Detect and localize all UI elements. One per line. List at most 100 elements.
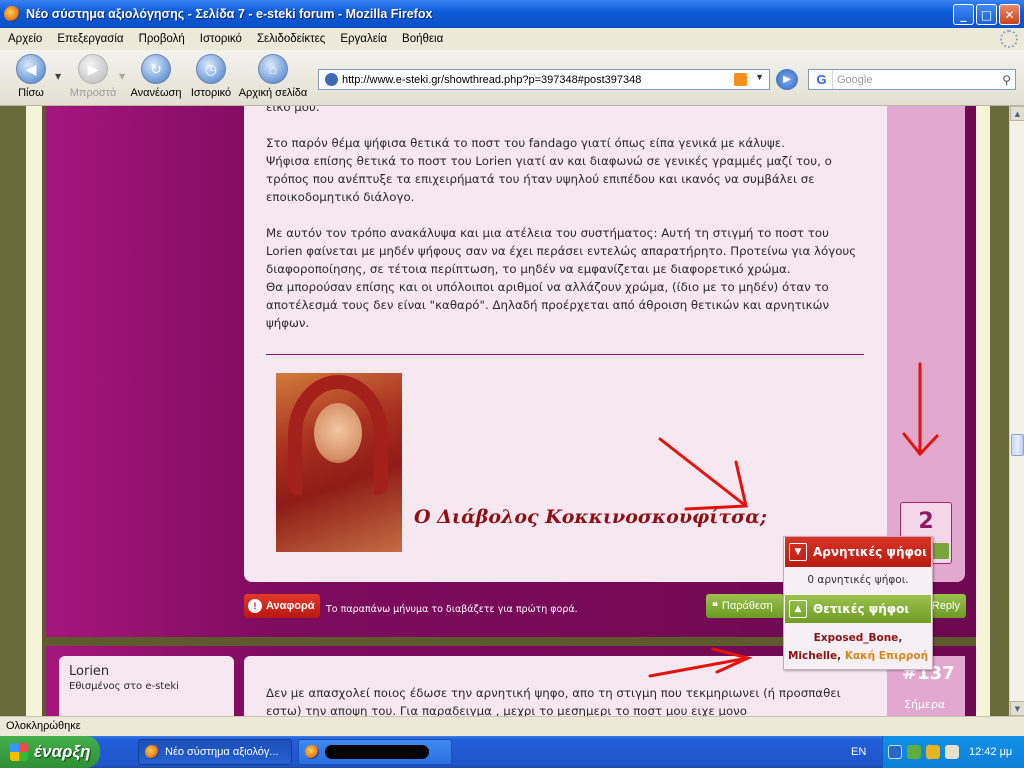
user-info-panel: Lorien Εθισμένος στο e-steki [59, 656, 234, 716]
firefox-window: Νέο σύστημα αξιολόγησης - Σελίδα 7 - e-s… [0, 0, 1024, 736]
reload-button[interactable]: ↻ Ανανέωση [128, 54, 184, 99]
menu-bar: Αρχείο Επεξεργασία Προβολή Ιστορικό Σελι… [0, 28, 1024, 50]
status-bar: Ολοκληρώθηκε [0, 716, 1024, 736]
negative-votes-header: ▼ Αρνητικές ψήφοι [785, 537, 931, 567]
post-date: Σήμερα [904, 698, 946, 711]
voter-separator: , [837, 650, 842, 662]
google-engine-icon[interactable]: G [811, 70, 833, 89]
post-paragraph: Ψήφισα επίσης θετικά το ποστ του Lorien … [266, 154, 832, 204]
voter-separator: , [898, 632, 903, 644]
positive-votes-header: ▲ Θετικές ψήφοι [785, 595, 931, 623]
go-button[interactable]: ▶ [776, 69, 798, 90]
url-text: http://www.e-steki.gr/showthread.php?p=3… [342, 73, 642, 86]
quote-button[interactable]: ❝ Παράθεση [706, 594, 784, 618]
signature-divider [266, 354, 864, 355]
search-magnifier-icon[interactable]: ⚲ [1002, 73, 1011, 87]
positive-votes-title: Θετικές ψήφοι [813, 602, 910, 616]
voter-link[interactable]: Κακή Επιρροή [845, 650, 928, 662]
rss-feed-icon[interactable] [734, 73, 747, 86]
taskbar-item-firefox[interactable]: Νέο σύστημα αξιολόγ... [138, 739, 292, 765]
menu-bookmarks[interactable]: Σελιδοδείκτες [257, 33, 325, 45]
votes-popup: ▼ Αρνητικές ψήφοι 0 αρνητικές ψήφοι. ▲ Θ… [783, 536, 933, 670]
start-button[interactable]: έναρξη [0, 736, 100, 768]
report-icon: ! [248, 599, 262, 613]
menu-edit[interactable]: Επεξεργασία [57, 33, 123, 45]
reply-label: Reply [931, 600, 960, 612]
post-paragraph: Με αυτόν τον τρόπο ανακάλυψα και μια ατέ… [266, 226, 857, 276]
back-history-dropdown-icon[interactable]: ▼ [55, 72, 61, 81]
quote-label: Παράθεση [721, 600, 773, 612]
windows-logo-icon [10, 743, 28, 761]
forward-arrow-icon: ▶ [78, 54, 108, 84]
network-icon[interactable] [907, 745, 921, 759]
messenger-icon[interactable] [926, 745, 940, 759]
firefox-icon [305, 745, 319, 759]
back-label: Πίσω [18, 87, 44, 99]
username-link[interactable]: Lorien [69, 664, 224, 679]
window-title: Νέο σύστημα αξιολόγησης - Σελίδα 7 - e-s… [26, 7, 433, 21]
forward-history-dropdown-icon[interactable]: ▼ [119, 72, 125, 81]
menu-file[interactable]: Αρχείο [8, 33, 42, 45]
report-button[interactable]: ! Αναφορά [244, 594, 320, 618]
scroll-down-icon[interactable]: ▼ [1010, 701, 1024, 716]
url-bar[interactable]: http://www.e-steki.gr/showthread.php?p=3… [318, 69, 770, 90]
forward-label: Μπροστά [69, 87, 117, 99]
post-paragraph: Στο παρόν θέμα ψήφισα θετικά το ποστ του… [266, 136, 785, 150]
firefox-icon [4, 6, 20, 22]
menu-view[interactable]: Προβολή [139, 33, 185, 45]
taskbar-item-redacted[interactable] [298, 739, 452, 765]
signature-text: Ο Διάβολος Κοκκινοσκουφίτσα; [414, 506, 767, 528]
vote-thumb-icon[interactable] [931, 543, 949, 559]
redacted-label [325, 745, 429, 759]
positive-voters-list: Exposed_Bone, Michelle, Κακή Επιρροή [784, 623, 932, 665]
negative-votes-title: Αρνητικές ψήφοι [813, 545, 927, 559]
taskbar-item-label: Νέο σύστημα αξιολόγ... [165, 746, 279, 758]
site-favicon-icon [325, 73, 338, 86]
thumbs-down-icon: ▼ [789, 543, 807, 561]
vertical-scrollbar[interactable]: ▲ ▼ [1009, 106, 1024, 716]
status-text: Ολοκληρώθηκε [6, 720, 81, 732]
voter-link[interactable]: Exposed_Bone [814, 632, 899, 644]
device-icon[interactable] [945, 745, 959, 759]
minimize-button[interactable]: _ [953, 4, 974, 25]
title-bar: Νέο σύστημα αξιολόγησης - Σελίδα 7 - e-s… [0, 0, 1024, 28]
forward-button[interactable]: ▶ Μπροστά [65, 54, 121, 99]
page-margin-left-inner [26, 106, 42, 716]
back-arrow-icon: ◀ [16, 54, 46, 84]
page-margin-right [990, 106, 1009, 716]
firefox-icon [145, 745, 159, 759]
voter-link[interactable]: Michelle [788, 650, 837, 662]
maximize-button[interactable]: □ [976, 4, 997, 25]
clock: 12:42 μμ [969, 746, 1013, 758]
page-margin-left [0, 106, 26, 716]
quote-icon: ❝ [712, 600, 718, 613]
vote-count: 2 [918, 509, 934, 534]
menu-tools[interactable]: Εργαλεία [340, 33, 387, 45]
signature-image [276, 373, 402, 552]
throbber-icon [1000, 30, 1018, 48]
history-label: Ιστορικό [190, 87, 232, 99]
menu-help[interactable]: Βοήθεια [402, 33, 443, 45]
page-margin-right-inner [976, 106, 990, 716]
scroll-up-icon[interactable]: ▲ [1010, 106, 1024, 121]
post-paragraph: Θα μπορούσαν επίσης και οι υπόλοιποι αρι… [266, 280, 830, 330]
language-indicator[interactable]: EN [851, 746, 866, 758]
user-rank: Εθισμένος στο e-steki [69, 681, 179, 692]
system-tray: EN 12:42 μμ [851, 736, 1024, 768]
reload-icon: ↻ [141, 54, 171, 84]
start-label: έναρξη [34, 742, 91, 761]
close-button[interactable]: ✕ [999, 4, 1020, 25]
reload-label: Ανανέωση [130, 87, 182, 99]
url-dropdown-icon[interactable]: ▼ [755, 72, 764, 82]
back-button[interactable]: ◀ Πίσω [3, 54, 59, 99]
tray-arrow-icon[interactable] [888, 745, 902, 759]
first-read-notice: Το παραπάνω μήνυμα το διαβάζετε για πρώτ… [326, 604, 578, 615]
home-button[interactable]: ⌂ Αρχική σελίδα [236, 54, 310, 99]
search-box[interactable]: G Google ⚲ [808, 69, 1016, 90]
scroll-thumb[interactable] [1011, 434, 1024, 456]
thumbs-up-icon: ▲ [789, 600, 807, 618]
history-button[interactable]: ◷ Ιστορικό [183, 54, 239, 99]
menu-history[interactable]: Ιστορικό [200, 33, 242, 45]
home-label: Αρχική σελίδα [238, 87, 308, 99]
home-icon: ⌂ [258, 54, 288, 84]
